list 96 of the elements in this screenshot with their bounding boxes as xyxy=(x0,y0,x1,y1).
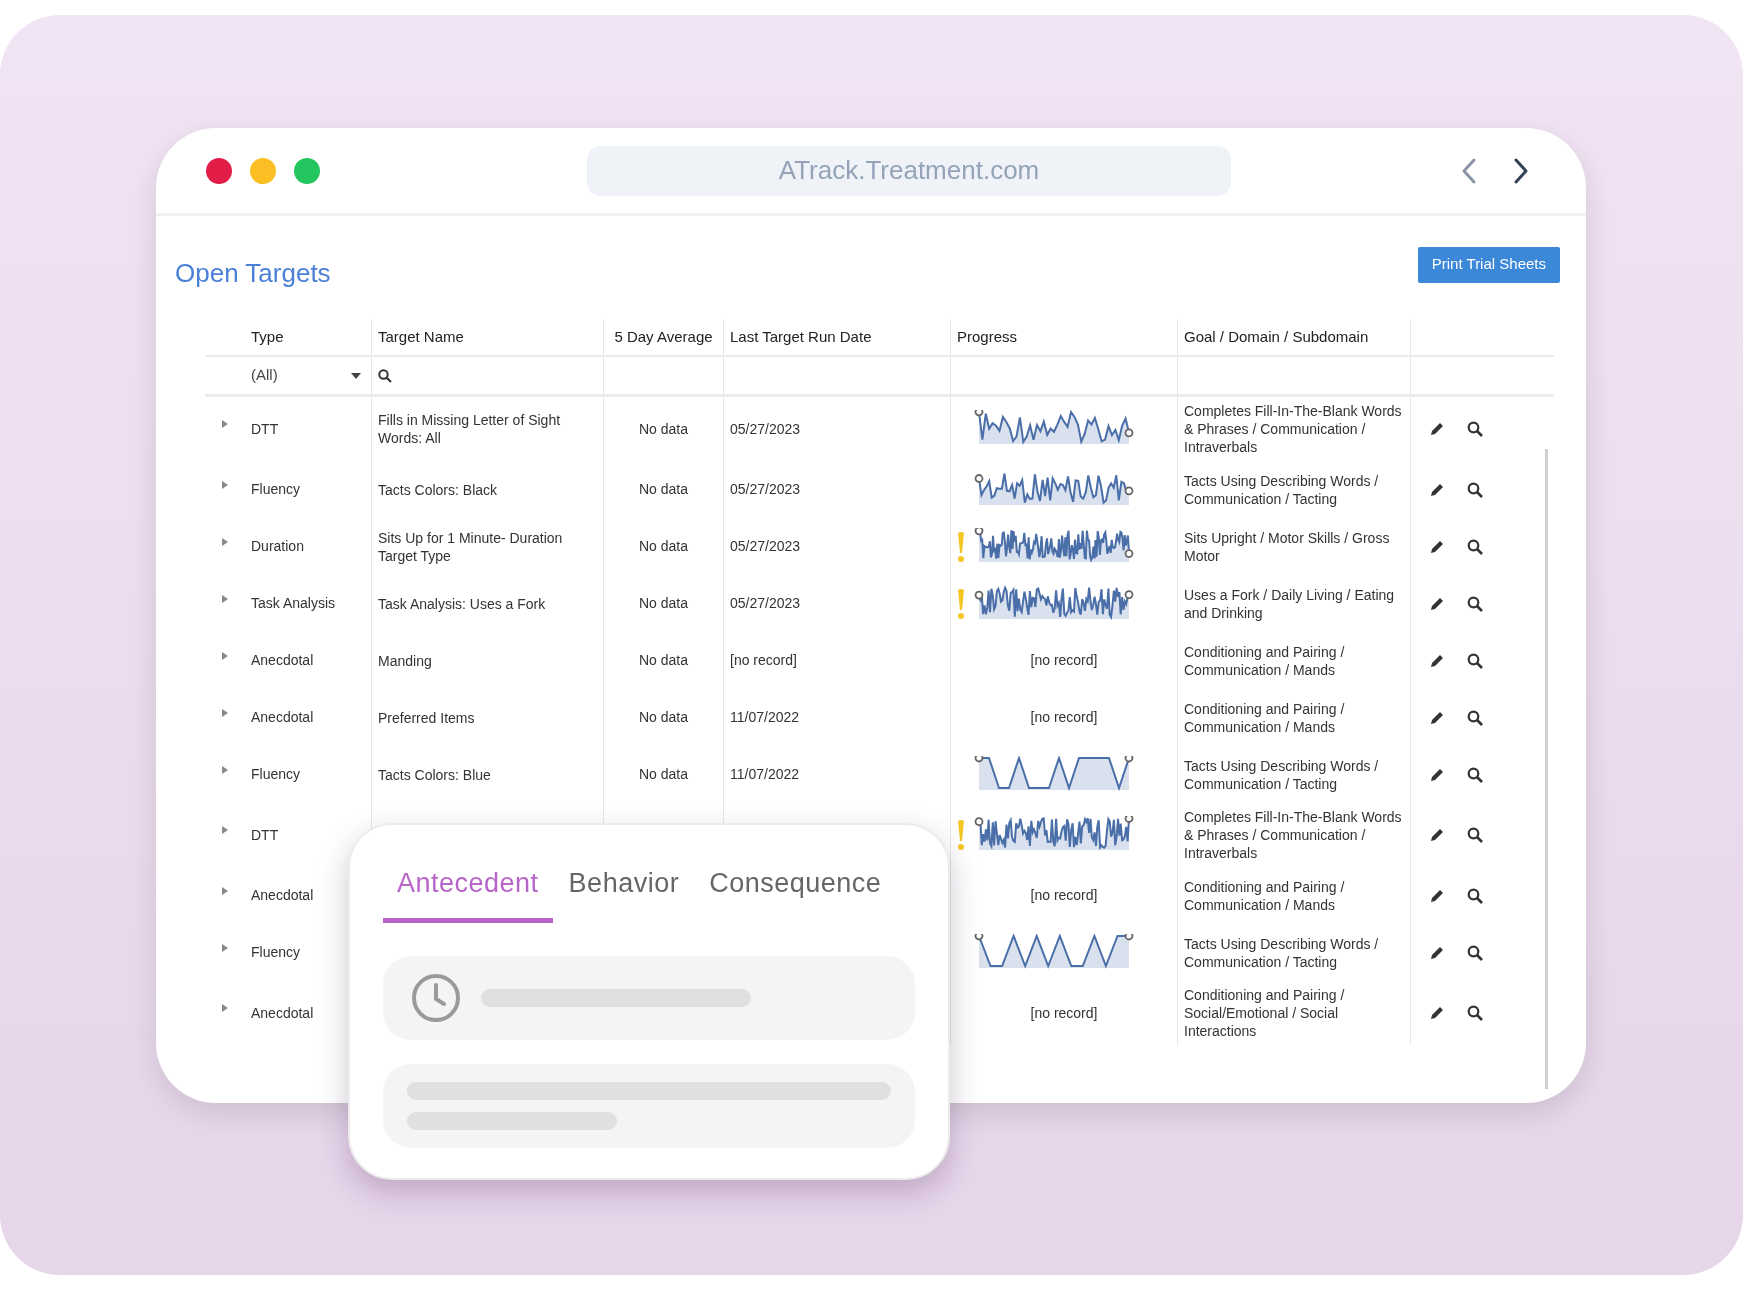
average-cell-text: No data xyxy=(638,708,688,727)
edit-pencil-icon[interactable] xyxy=(1429,481,1445,498)
popup-tab[interactable]: Antecedent xyxy=(383,863,553,923)
print-button[interactable]: Print Trial Sheets xyxy=(1417,246,1560,283)
expand-caret-icon[interactable] xyxy=(222,943,228,952)
edit-pencil-icon[interactable] xyxy=(1429,887,1445,904)
type-cell-text: Fluency xyxy=(251,765,301,784)
run-date-cell-text: 11/07/2022 xyxy=(730,765,800,784)
type-cell-text: Fluency xyxy=(251,943,301,962)
run-date-cell-text: 11/07/2022 xyxy=(730,708,800,727)
expand-caret-icon[interactable] xyxy=(222,826,228,834)
search-icon[interactable] xyxy=(1467,887,1483,904)
goal-cell-text: Completes Fill-In-The-Blank Words & Phrases / Communication / Intraverbals xyxy=(1184,402,1403,457)
scrollbar[interactable] xyxy=(1545,449,1548,1089)
popup-tab[interactable]: Behavior xyxy=(554,863,694,923)
goal-cell-text: Tacts Using Describing Words / Communication / Tacting xyxy=(1184,756,1380,794)
edit-pencil-icon[interactable] xyxy=(1429,595,1445,612)
run-date-cell-text: [no record] xyxy=(730,651,797,670)
edit-pencil-icon[interactable] xyxy=(1429,1005,1445,1021)
run-date-cell-text: 05/27/2023 xyxy=(730,594,801,613)
type-cell-text: DTT xyxy=(251,825,279,845)
average-cell-text: No data xyxy=(638,651,688,670)
progress-text: [no record] xyxy=(1029,886,1099,905)
search-icon[interactable] xyxy=(1467,827,1483,843)
edit-pencil-icon[interactable] xyxy=(1429,944,1445,961)
expand-caret-icon[interactable] xyxy=(222,420,228,428)
search-icon[interactable] xyxy=(1467,421,1483,437)
edit-pencil-icon[interactable] xyxy=(1429,766,1445,783)
search-icon[interactable] xyxy=(1467,538,1483,555)
progress-text: [no record] xyxy=(1029,651,1099,670)
expand-caret-icon[interactable] xyxy=(222,1004,228,1012)
column-header[interactable]: Type xyxy=(251,325,284,349)
goal-cell-text: Completes Fill-In-The-Blank Words & Phrases / Communication / Intraverbals xyxy=(1184,808,1403,863)
expand-caret-icon[interactable] xyxy=(222,708,228,717)
goal-cell-text: Conditioning and Pairing / Communication / Mands xyxy=(1184,699,1346,737)
edit-pencil-icon[interactable] xyxy=(1429,709,1445,726)
expand-caret-icon[interactable] xyxy=(222,594,228,603)
column-header[interactable]: Goal / Domain / Subdomain xyxy=(1184,325,1369,349)
goal-cell-text: Conditioning and Pairing / Communication / Mands xyxy=(1184,642,1346,680)
search-icon[interactable] xyxy=(1467,652,1483,669)
search-icon[interactable] xyxy=(1467,709,1483,726)
type-cell-text: Anecdotal xyxy=(251,708,314,727)
type-filter-select[interactable]: (All) xyxy=(245,364,371,387)
goal-cell-text: Conditioning and Pairing / Communication / Mands xyxy=(1184,877,1346,915)
target-name-cell: Preferred Items xyxy=(378,708,475,727)
column-header[interactable]: Last Target Run Date xyxy=(730,325,872,349)
expand-caret-icon[interactable] xyxy=(222,480,228,489)
popup-tab[interactable]: Consequence xyxy=(695,863,896,923)
type-cell-text: Duration xyxy=(251,537,304,556)
search-icon[interactable] xyxy=(1467,944,1483,961)
goal-cell-text: Uses a Fork / Daily Living / Eating and Drinking xyxy=(1184,585,1396,623)
average-cell-text: No data xyxy=(638,480,688,499)
search-icon xyxy=(378,368,392,383)
expand-caret-icon[interactable] xyxy=(222,765,228,774)
target-name-cell: Task Analysis: Uses a Fork xyxy=(378,594,546,613)
goal-cell-text: Tacts Using Describing Words / Communication / Tacting xyxy=(1184,934,1380,972)
run-date-cell-text: 05/27/2023 xyxy=(730,419,801,439)
average-cell-text: No data xyxy=(638,537,688,556)
edit-pencil-icon[interactable] xyxy=(1429,538,1445,555)
edit-pencil-icon[interactable] xyxy=(1429,652,1445,669)
average-cell-text: No data xyxy=(638,765,688,784)
type-cell-text: Fluency xyxy=(251,480,301,499)
edit-pencil-icon[interactable] xyxy=(1429,421,1445,437)
average-cell-text: No data xyxy=(638,419,688,439)
type-cell-text: Task Analysis xyxy=(251,594,336,613)
column-header[interactable]: Progress xyxy=(957,325,1018,349)
target-name-cell-text: Fills in Missing Letter of Sight Words: All xyxy=(378,411,562,447)
target-name-cell: Manding xyxy=(378,651,432,670)
dropdown-caret-icon xyxy=(351,372,361,379)
run-date-cell-text: 05/27/2023 xyxy=(730,537,801,556)
clock-icon xyxy=(411,972,461,1023)
type-cell-text: DTT xyxy=(251,419,279,439)
target-name-cell: Tacts Colors: Black xyxy=(378,480,498,499)
expand-caret-icon[interactable] xyxy=(222,886,228,895)
search-icon[interactable] xyxy=(1467,481,1483,498)
column-header[interactable]: Target Name xyxy=(378,325,464,349)
search-icon[interactable] xyxy=(1467,1005,1483,1021)
target-name-cell-text: Sits Up for 1 Minute- Duration Target Type xyxy=(378,528,564,565)
progress-text: [no record] xyxy=(1029,708,1099,727)
search-icon[interactable] xyxy=(1467,595,1483,612)
goal-cell-text: Sits Upright / Motor Skills / Gross Motor xyxy=(1184,528,1391,566)
progress-text: [no record] xyxy=(1029,1003,1099,1023)
goal-cell-text: Conditioning and Pairing / Social/Emotional / Social Interactions xyxy=(1184,986,1346,1041)
type-cell-text: Anecdotal xyxy=(251,1003,314,1023)
edit-pencil-icon[interactable] xyxy=(1429,827,1445,843)
run-date-cell-text: 05/27/2023 xyxy=(730,480,801,499)
search-icon[interactable] xyxy=(1467,766,1483,783)
type-cell-text: Anecdotal xyxy=(251,886,314,905)
type-cell-text: Anecdotal xyxy=(251,651,314,670)
average-cell-text: No data xyxy=(638,594,688,613)
goal-cell-text: Tacts Using Describing Words / Communication / Tacting xyxy=(1184,471,1380,509)
expand-caret-icon[interactable] xyxy=(222,651,228,660)
target-name-cell: Tacts Colors: Blue xyxy=(378,765,491,784)
expand-caret-icon[interactable] xyxy=(222,537,228,546)
page-title: Open Targets xyxy=(175,257,331,290)
column-header[interactable]: 5 Day Average xyxy=(614,325,713,349)
